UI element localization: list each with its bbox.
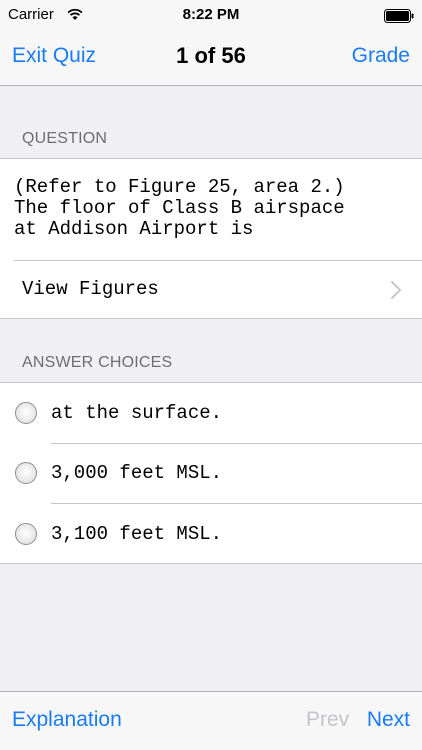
radio-button-icon[interactable] xyxy=(15,462,37,484)
answer-choice-b[interactable]: 3,000 feet MSL. xyxy=(0,443,422,503)
answer-choices-list: at the surface. 3,000 feet MSL. 3,100 fe… xyxy=(0,382,422,564)
view-figures-row[interactable]: View Figures xyxy=(0,260,422,318)
answers-section-header: ANSWER CHOICES xyxy=(22,354,173,371)
bottom-toolbar: Explanation Prev Next xyxy=(0,691,422,750)
radio-button-icon[interactable] xyxy=(15,523,37,545)
answer-choice-label: 3,100 feet MSL. xyxy=(51,523,223,545)
question-card: (Refer to Figure 25, area 2.) The floor … xyxy=(0,158,422,319)
answer-choice-a[interactable]: at the surface. xyxy=(0,383,422,443)
explanation-button[interactable]: Explanation xyxy=(12,708,122,732)
battery-icon xyxy=(384,9,414,23)
grade-button[interactable]: Grade xyxy=(352,44,410,68)
prev-button[interactable]: Prev xyxy=(306,708,349,732)
answer-choice-label: at the surface. xyxy=(51,402,223,424)
answer-choice-label: 3,000 feet MSL. xyxy=(51,462,223,484)
nav-bar: Exit Quiz 1 of 56 Grade xyxy=(0,32,422,86)
chevron-right-icon xyxy=(391,281,401,299)
view-figures-label: View Figures xyxy=(22,278,159,300)
next-button[interactable]: Next xyxy=(367,708,410,732)
question-text: (Refer to Figure 25, area 2.) The floor … xyxy=(14,176,345,240)
radio-button-icon[interactable] xyxy=(15,402,37,424)
question-section-header: QUESTION xyxy=(22,130,108,147)
clock: 8:22 PM xyxy=(182,6,240,23)
answer-choice-c[interactable]: 3,100 feet MSL. xyxy=(0,504,422,564)
status-bar: Carrier 8:22 PM xyxy=(0,0,422,32)
